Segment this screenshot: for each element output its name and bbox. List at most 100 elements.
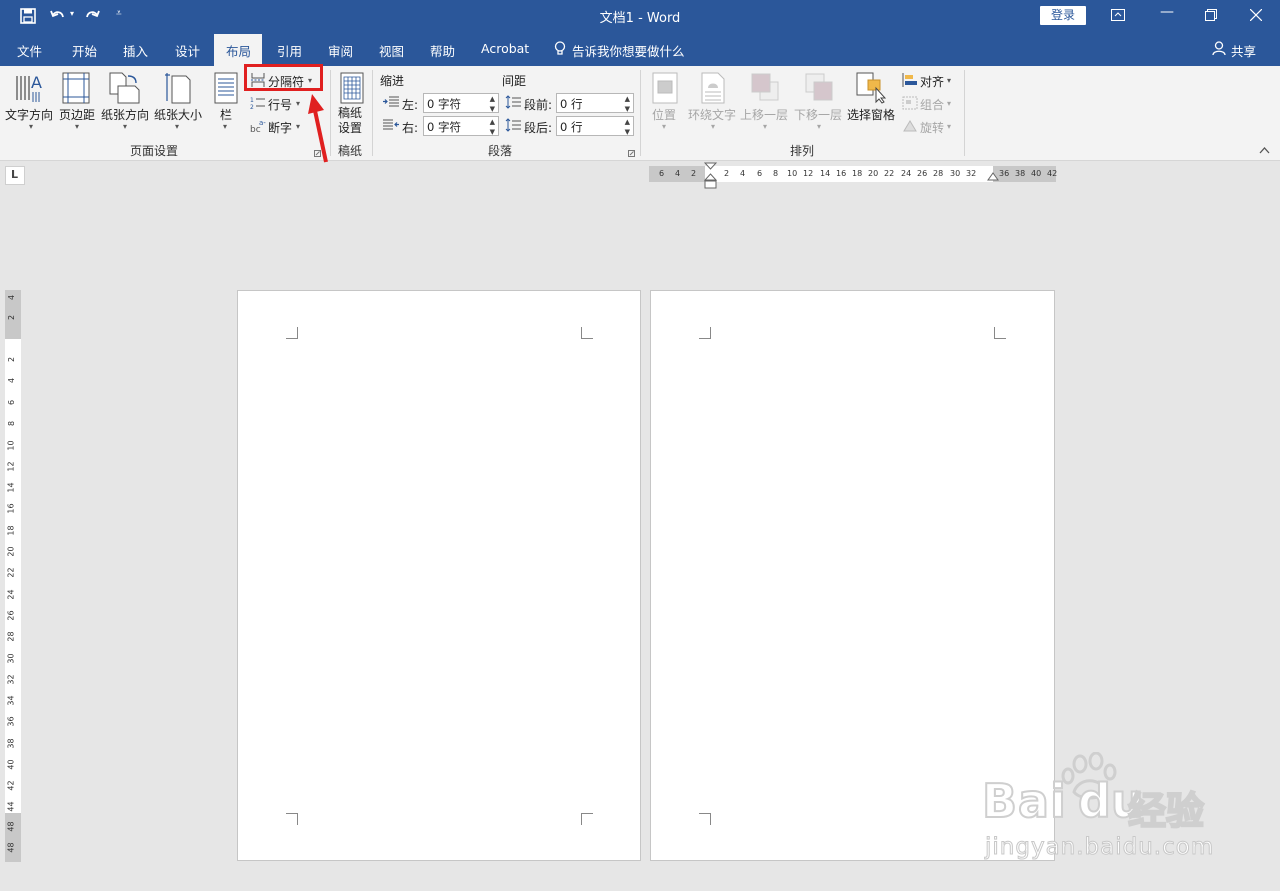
tab-review[interactable]: 审阅 xyxy=(328,41,353,60)
close-icon[interactable] xyxy=(1250,9,1262,21)
collapse-ribbon-icon[interactable] xyxy=(1259,146,1270,154)
tab-view[interactable]: 视图 xyxy=(379,41,404,60)
margins-button[interactable]: 页边距 xyxy=(59,106,95,123)
restore-icon[interactable] xyxy=(1205,9,1217,21)
tab-insert[interactable]: 插入 xyxy=(123,41,148,60)
ruler-number: 18 xyxy=(852,169,863,178)
send-backward-caret-icon: ▾ xyxy=(817,122,822,131)
ruler-bottom-margin xyxy=(5,813,21,862)
selection-pane-icon xyxy=(856,72,886,104)
minimize-icon[interactable]: — xyxy=(1160,4,1174,20)
ruler-number: 32 xyxy=(966,169,977,178)
ruler-number: 10 xyxy=(6,440,16,451)
svg-text:1: 1 xyxy=(250,97,254,104)
ruler-number: 28 xyxy=(6,631,16,642)
spacing-after-icon xyxy=(505,118,521,132)
crop-mark-icon xyxy=(286,327,298,339)
indent-markers-icon[interactable] xyxy=(704,162,717,190)
wrap-text-button[interactable]: 环绕文字 xyxy=(688,106,736,123)
text-direction-button[interactable]: 文字方向 xyxy=(5,106,53,123)
rotate-button[interactable]: 旋转 xyxy=(920,119,944,136)
ruler-number: 4 xyxy=(7,377,17,384)
ruler-number: 36 xyxy=(6,716,16,727)
hyphenation-button[interactable]: 断字 xyxy=(268,119,292,136)
tab-design[interactable]: 设计 xyxy=(175,41,200,60)
align-button[interactable]: 对齐 xyxy=(920,73,944,90)
group-objects-button[interactable]: 组合 xyxy=(920,96,944,113)
tell-me-search[interactable]: 告诉我你想要做什么 xyxy=(572,41,685,60)
ruler-number: 10 xyxy=(787,169,798,178)
tab-home[interactable]: 开始 xyxy=(72,41,97,60)
ruler-number: 26 xyxy=(6,610,16,621)
paper-size-button[interactable]: 纸张大小 xyxy=(154,106,202,123)
svg-text:2: 2 xyxy=(250,104,254,111)
ruler-number: 48 xyxy=(6,821,16,832)
watermark-brand-bai: Bai xyxy=(981,773,1067,829)
ruler-number: 24 xyxy=(6,589,16,600)
spacing-before-input[interactable]: 0 行 ▲ ▼ xyxy=(556,93,634,113)
manuscript-button[interactable]: 稿纸 设置 xyxy=(338,106,362,136)
indent-left-input[interactable]: 0 字符 ▲ ▼ xyxy=(423,93,499,113)
ribbon-tab-bar: 文件 开始 插入 设计 布局 引用 审阅 视图 帮助 Acrobat 告诉我你想… xyxy=(0,32,1280,66)
ruler-number: 22 xyxy=(884,169,895,178)
tab-selector[interactable]: L xyxy=(5,166,25,185)
crop-mark-icon xyxy=(286,813,298,825)
margins-label: 页边距 xyxy=(59,108,96,122)
ruler-number: 16 xyxy=(836,169,847,178)
ruler-number: 2 xyxy=(724,169,730,178)
line-numbers-button[interactable]: 行号 xyxy=(268,96,292,113)
columns-button[interactable]: 栏 xyxy=(220,106,232,123)
ruler-number: 2 xyxy=(7,356,17,363)
position-icon xyxy=(652,72,678,104)
manuscript-icon xyxy=(340,72,364,104)
tab-selector-label: L xyxy=(11,168,19,181)
selection-pane-button[interactable]: 选择窗格 xyxy=(847,106,895,123)
text-direction-icon: A xyxy=(16,73,42,102)
bring-forward-button[interactable]: 上移一层 xyxy=(740,106,788,123)
manuscript-group-label: 稿纸 xyxy=(338,144,363,158)
wrap-text-icon xyxy=(701,72,725,104)
spinner-arrows-icon[interactable]: ▲ ▼ xyxy=(625,117,630,137)
document-page-1[interactable] xyxy=(237,290,641,861)
ruler-number: 18 xyxy=(6,525,16,536)
send-backward-button[interactable]: 下移一层 xyxy=(794,106,842,123)
indent-left-value: 0 字符 xyxy=(427,97,461,111)
rotate-icon xyxy=(903,120,917,132)
group-objects-icon xyxy=(902,96,918,110)
orientation-button[interactable]: 纸张方向 xyxy=(101,106,149,123)
page-setup-group-label: 页面设置 xyxy=(130,144,179,158)
spinner-arrows-icon[interactable]: ▲ ▼ xyxy=(625,94,630,114)
indent-left-icon xyxy=(383,96,399,107)
share-button[interactable]: 共享 xyxy=(1231,41,1256,60)
crop-mark-icon xyxy=(581,813,593,825)
ruler-number: 36 xyxy=(999,169,1010,178)
tab-help[interactable]: 帮助 xyxy=(430,41,455,60)
manuscript-label-2: 设置 xyxy=(338,121,363,135)
svg-text:a-: a- xyxy=(259,119,266,127)
position-button[interactable]: 位置 xyxy=(652,106,676,123)
tab-layout[interactable]: 布局 xyxy=(226,41,251,60)
tab-acrobat[interactable]: Acrobat xyxy=(481,41,529,56)
tab-file[interactable]: 文件 xyxy=(17,41,42,60)
spinner-arrows-icon[interactable]: ▲ ▼ xyxy=(490,117,495,137)
text-direction-label: 文字方向 xyxy=(5,108,54,122)
person-icon[interactable] xyxy=(1212,41,1226,56)
spacing-after-input[interactable]: 0 行 ▲ ▼ xyxy=(556,116,634,136)
indent-right-input[interactable]: 0 字符 ▲ ▼ xyxy=(423,116,499,136)
ribbon-display-icon[interactable] xyxy=(1111,9,1125,21)
paragraph-launcher-icon[interactable] xyxy=(628,150,635,157)
ruler-number: 16 xyxy=(6,503,16,514)
group-separator xyxy=(372,70,373,156)
tab-references[interactable]: 引用 xyxy=(277,41,302,60)
paper-size-icon xyxy=(165,73,191,104)
right-indent-marker-icon[interactable] xyxy=(987,172,999,184)
wrap-text-caret-icon: ▾ xyxy=(711,122,716,131)
columns-label: 栏 xyxy=(220,108,233,122)
ruler-number: 2 xyxy=(691,169,697,178)
group-separator xyxy=(964,70,965,156)
columns-icon xyxy=(214,72,238,104)
spinner-arrows-icon[interactable]: ▲ ▼ xyxy=(490,94,495,114)
margins-caret-icon: ▾ xyxy=(75,122,80,131)
login-button[interactable]: 登录 xyxy=(1040,6,1086,25)
wrap-text-label: 环绕文字 xyxy=(688,108,737,122)
